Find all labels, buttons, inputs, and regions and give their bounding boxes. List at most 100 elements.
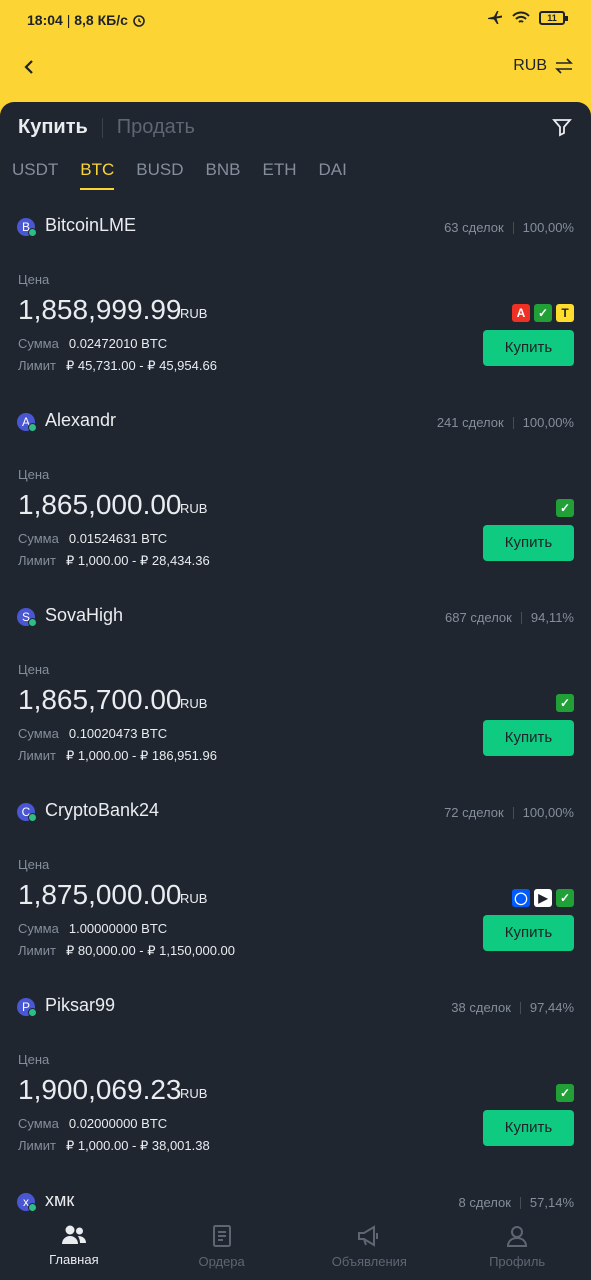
merchant-name[interactable]: CryptoBank24 <box>45 800 159 821</box>
price-value: 1,858,999.99 <box>18 294 182 325</box>
avatar: S <box>17 608 37 627</box>
amount-label: Сумма <box>18 921 59 936</box>
limit-label: Лимит <box>18 1138 56 1153</box>
asset-tab-dai[interactable]: DAI <box>318 160 346 190</box>
merchant-stats: 8 сделок 57,14% <box>459 1195 574 1210</box>
offer-card: B BitcoinLME 63 сделок 100,00% Цена 1,858… <box>0 210 591 405</box>
currency-switcher[interactable]: RUB <box>513 57 573 75</box>
tab-buy[interactable]: Купить <box>18 116 88 139</box>
payment-methods: ✓ <box>556 499 574 517</box>
price-value: 1,875,000.00 <box>18 879 182 910</box>
sberbank-icon: ✓ <box>556 694 574 712</box>
price-value: 1,900,069.23 <box>18 1074 182 1105</box>
nav-home-label: Главная <box>49 1252 99 1267</box>
trade-tabs: Купить Продать <box>18 116 195 139</box>
amount-label: Сумма <box>18 726 59 741</box>
amount-label: Сумма <box>18 531 59 546</box>
avatar: B <box>17 218 37 237</box>
users-icon <box>61 1225 86 1244</box>
tab-sell[interactable]: Продать <box>117 116 195 139</box>
limit-row: Лимит ₽ 80,000.00 - ₽ 1,150,000.00 <box>18 943 235 959</box>
offer-card: P Piksar99 38 сделок 97,44% Цена 1,900,06… <box>0 990 591 1185</box>
bottom-nav: Главная Ордера Объявления Профиль <box>0 1218 591 1280</box>
buy-button[interactable]: Купить <box>483 1110 574 1146</box>
completion-rate: 100,00% <box>522 415 574 430</box>
asset-tab-eth[interactable]: ETH <box>262 160 296 190</box>
price-label: Цена <box>18 1052 50 1067</box>
asset-tab-usdt[interactable]: USDT <box>12 160 58 190</box>
deal-count: 687 сделок <box>445 610 512 625</box>
merchant-name[interactable]: SovaHigh <box>45 605 123 626</box>
sberbank-icon: ✓ <box>556 499 574 517</box>
price-value: 1,865,700.00 <box>18 684 182 715</box>
merchant-name[interactable]: Piksar99 <box>45 995 115 1016</box>
airplane-icon <box>488 11 502 24</box>
amount-row: Сумма 1.00000000 BTC <box>18 921 167 936</box>
nav-orders[interactable]: Ордера <box>148 1218 296 1280</box>
amount-value: 1.00000000 BTC <box>68 921 168 936</box>
completion-rate: 57,14% <box>529 1195 574 1210</box>
limit-row: Лимит ₽ 45,731.00 - ₽ 45,954.66 <box>18 358 217 374</box>
nav-home[interactable]: Главная <box>0 1218 148 1280</box>
asset-tab-busd[interactable]: BUSD <box>136 160 183 190</box>
limit-value: ₽ 1,000.00 - ₽ 186,951.96 <box>65 748 217 763</box>
payment-methods: ✓ <box>556 1084 574 1102</box>
price-currency: RUB <box>180 1086 208 1101</box>
asset-tabs: USDT BTC BUSD BNB ETH DAI <box>12 160 347 190</box>
tab-divider <box>101 117 103 138</box>
status-bar: 18:04 | 8,8 КБ/с 11 <box>0 0 591 40</box>
completion-rate: 100,00% <box>522 220 574 235</box>
ozon-bank-icon: ◯ <box>512 889 530 907</box>
payment-methods: ◯ ▶ ✓ <box>512 889 574 907</box>
limit-label: Лимит <box>18 943 56 958</box>
deal-count: 72 сделок <box>444 805 504 820</box>
buy-button[interactable]: Купить <box>483 330 574 366</box>
merchant-stats: 72 сделок 100,00% <box>444 805 574 820</box>
limit-row: Лимит ₽ 1,000.00 - ₽ 186,951.96 <box>18 748 217 764</box>
buy-button[interactable]: Купить <box>483 720 574 756</box>
orders-icon <box>212 1225 231 1247</box>
limit-row: Лимит ₽ 1,000.00 - ₽ 38,001.38 <box>18 1138 210 1154</box>
offer-card: x xмк 8 сделок 57,14% <box>0 1185 591 1218</box>
merchant-name[interactable]: BitcoinLME <box>45 215 136 236</box>
merchant-stats: 687 сделок 94,11% <box>445 610 574 625</box>
sberbank-icon: ✓ <box>534 304 552 322</box>
completion-rate: 97,44% <box>529 1000 574 1015</box>
price-currency: RUB <box>180 501 208 516</box>
merchant-stats: 63 сделок 100,00% <box>444 220 574 235</box>
asset-tab-bnb[interactable]: BNB <box>206 160 241 190</box>
amount-value: 0.01524631 BTC <box>68 531 168 546</box>
back-arrow-icon[interactable] <box>18 56 40 78</box>
buy-button[interactable]: Купить <box>483 525 574 561</box>
buy-button[interactable]: Купить <box>483 915 574 951</box>
nav-profile[interactable]: Профиль <box>443 1218 591 1280</box>
price-currency: RUB <box>180 696 208 711</box>
avatar: C <box>17 803 37 822</box>
amount-label: Сумма <box>18 336 59 351</box>
nav-profile-label: Профиль <box>489 1254 546 1269</box>
alfa-bank-icon: А <box>512 304 530 322</box>
sberbank-icon: ✓ <box>556 1084 574 1102</box>
wifi-icon <box>512 11 530 23</box>
merchant-name[interactable]: Alexandr <box>45 410 116 431</box>
asset-tab-btc[interactable]: BTC <box>80 160 115 190</box>
limit-label: Лимит <box>18 358 56 373</box>
nav-orders-label: Ордера <box>198 1254 245 1269</box>
status-icons: 11 <box>487 10 568 26</box>
filter-icon[interactable] <box>551 116 573 138</box>
amount-row: Сумма 0.01524631 BTC <box>18 531 167 546</box>
limit-label: Лимит <box>18 748 56 763</box>
network-speed: 8,8 КБ/с <box>74 12 128 28</box>
payment-methods: ✓ <box>556 694 574 712</box>
completion-rate: 94,11% <box>530 610 574 625</box>
limit-row: Лимит ₽ 1,000.00 - ₽ 28,434.36 <box>18 553 210 569</box>
merchant-name[interactable]: xмк <box>45 1190 74 1211</box>
battery-indicator: 11 <box>539 11 568 25</box>
profile-icon <box>507 1226 528 1247</box>
deal-count: 63 сделок <box>444 220 504 235</box>
alarm-icon <box>132 15 145 27</box>
amount-label: Сумма <box>18 1116 59 1131</box>
nav-ads[interactable]: Объявления <box>296 1218 444 1280</box>
swap-icon <box>555 58 573 74</box>
price-currency: RUB <box>180 306 208 321</box>
